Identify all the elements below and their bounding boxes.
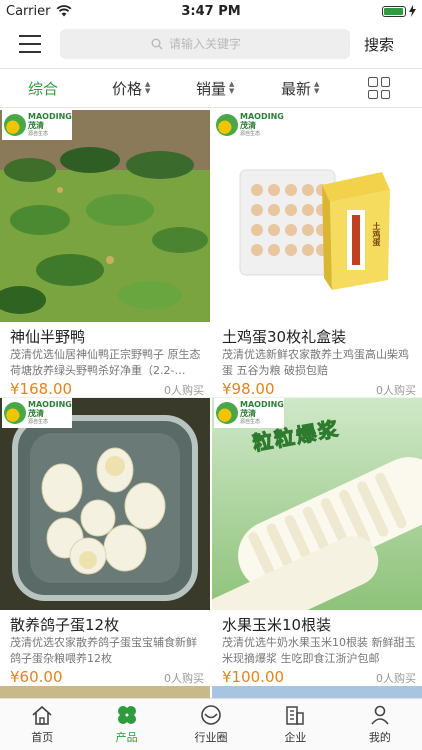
sort-arrows-icon: ▲ ▼: [314, 80, 320, 95]
tab-enterprise[interactable]: 企业: [253, 699, 337, 750]
search-input[interactable]: [169, 37, 259, 51]
product-sold-count: 0人购买: [376, 384, 416, 397]
brand-logo: MAODING 茂清 源自生态: [2, 398, 72, 428]
product-card[interactable]: MAODING 茂清 源自生态 神仙半野鸭 茂清优选仙居神仙鸭正宗野鸭子 原生态荷塘…: [0, 110, 210, 398]
filter-price[interactable]: 价格 ▲ ▼: [112, 69, 150, 107]
brand-tagline: 源自生态: [28, 418, 49, 425]
filter-label: 最新: [281, 79, 312, 98]
status-bar: Carrier 3:47 PM: [0, 0, 422, 22]
brand-mark-icon: [216, 402, 238, 424]
brand-name-cn: 茂清: [28, 120, 44, 130]
brand-mark-icon: [4, 402, 26, 424]
product-sold-count: 0人购买: [164, 672, 204, 685]
product-description: 茂清优选仙居神仙鸭正宗野鸭子 原生态荷塘放养绿头野鸭杀好净重（2.2-…: [10, 348, 201, 377]
home-icon: [32, 705, 52, 725]
filter-comprehensive[interactable]: 综合: [28, 69, 58, 107]
brand-tagline: 源自生态: [240, 130, 261, 137]
product-image-fruit-corn: MAODING 茂清 源自生态 粒粒爆浆: [212, 398, 422, 610]
product-image-duck-pond: MAODING 茂清 源自生态: [0, 110, 210, 322]
battery-icon: [382, 5, 406, 17]
sort-filter-bar: 综合 价格 ▲ ▼ 销量 ▲ ▼ 最新 ▲ ▼: [0, 68, 422, 108]
product-description: 茂清优选农家散养鸽子蛋宝宝辅食新鲜鸽子蛋杂粮喂养12枚: [10, 636, 197, 665]
top-navigation: 搜索: [0, 22, 422, 66]
brand-logo: MAODING 茂清 源自生态: [2, 110, 72, 140]
next-row-peek-left[interactable]: [0, 686, 210, 698]
brand-name-en: MAODING: [240, 111, 284, 121]
brand-mark-icon: [4, 114, 26, 136]
bottom-tab-bar: 首页 产品 行业圈 企业 我的: [0, 698, 422, 750]
tab-label: 行业圈: [194, 731, 228, 744]
product-card[interactable]: MAODING 茂清 源自生态 土鸡蛋 土鸡蛋30枚礼盒装 茂清优选新鲜农家散养土鸡…: [212, 110, 422, 398]
menu-button[interactable]: [0, 22, 60, 66]
battery-indicator: [382, 5, 416, 17]
grid-view-icon[interactable]: [368, 77, 390, 99]
product-description: 茂清优选新鲜农家散养土鸡蛋高山柴鸡蛋 五谷为粮 破损包赔: [222, 348, 409, 377]
filter-label: 价格: [112, 79, 143, 98]
product-title: 散养鸽子蛋12枚: [10, 616, 120, 634]
brand-name-en: MAODING: [240, 399, 284, 409]
hamburger-menu-icon: [19, 35, 41, 53]
search-bar[interactable]: [60, 29, 350, 59]
brand-name-en: MAODING: [28, 399, 72, 409]
filter-label: 销量: [196, 79, 227, 98]
sort-arrows-icon: ▲ ▼: [229, 80, 235, 95]
clover-icon: [117, 706, 136, 724]
brand-name-cn: 茂清: [28, 408, 44, 418]
product-price: ¥100.00: [222, 668, 285, 686]
product-price: ¥60.00: [10, 668, 63, 686]
filter-label: 综合: [28, 79, 59, 98]
brand-name-en: MAODING: [28, 111, 72, 121]
product-title: 水果玉米10根装: [222, 616, 332, 634]
tab-mine[interactable]: 我的: [338, 699, 422, 750]
box-label: 土鸡蛋: [372, 222, 381, 246]
product-grid: MAODING 茂清 源自生态 神仙半野鸭 茂清优选仙居神仙鸭正宗野鸭子 原生态荷塘…: [0, 110, 422, 698]
circle-smile-icon: [201, 705, 221, 725]
tab-label: 我的: [368, 731, 391, 744]
tab-label: 首页: [31, 731, 54, 744]
product-price: ¥168.00: [10, 380, 73, 398]
tab-products[interactable]: 产品: [84, 699, 168, 750]
charging-bolt-icon: [409, 5, 416, 17]
building-icon: [286, 706, 305, 725]
tab-industry-circle[interactable]: 行业圈: [169, 699, 253, 750]
person-icon: [371, 705, 389, 725]
product-image-pigeon-eggs: MAODING 茂清 源自生态: [0, 398, 210, 610]
brand-name-cn: 茂清: [240, 120, 256, 130]
wifi-icon: [57, 5, 72, 17]
brand-logo: MAODING 茂清 源自生态: [214, 110, 284, 140]
next-row-peek-right[interactable]: [212, 686, 422, 698]
product-title: 神仙半野鸭: [10, 328, 86, 346]
search-icon: [151, 38, 163, 50]
product-sold-count: 0人购买: [376, 672, 416, 685]
product-title: 土鸡蛋30枚礼盒装: [222, 328, 347, 346]
brand-tagline: 源自生态: [28, 130, 49, 137]
product-price: ¥98.00: [222, 380, 275, 398]
product-sold-count: 0人购买: [164, 384, 204, 397]
product-card[interactable]: MAODING 茂清 源自生态 散养鸽子蛋12枚 茂清优选农家散养鸽子蛋宝宝辅食新鲜…: [0, 398, 210, 686]
carrier-indicator: Carrier: [6, 4, 72, 19]
brand-name-cn: 茂清: [240, 408, 256, 418]
sort-arrows-icon: ▲ ▼: [145, 80, 151, 95]
product-card[interactable]: MAODING 茂清 源自生态 粒粒爆浆 水果玉米10根装 茂清优选牛奶水果玉米10…: [212, 398, 422, 686]
tab-label: 企业: [284, 731, 307, 744]
filter-sales[interactable]: 销量 ▲ ▼: [196, 69, 234, 107]
brand-mark-icon: [216, 114, 238, 136]
product-image-egg-giftbox: MAODING 茂清 源自生态 土鸡蛋: [212, 110, 422, 322]
product-description: 茂清优选牛奶水果玉米10根装 新鲜甜玉米现摘爆浆 生吃即食江浙沪包邮: [222, 636, 416, 665]
tab-label: 产品: [115, 731, 138, 744]
filter-newest[interactable]: 最新 ▲ ▼: [281, 69, 319, 107]
tab-home[interactable]: 首页: [0, 699, 84, 750]
search-button[interactable]: 搜索: [364, 34, 394, 55]
carrier-label: Carrier: [6, 3, 51, 19]
